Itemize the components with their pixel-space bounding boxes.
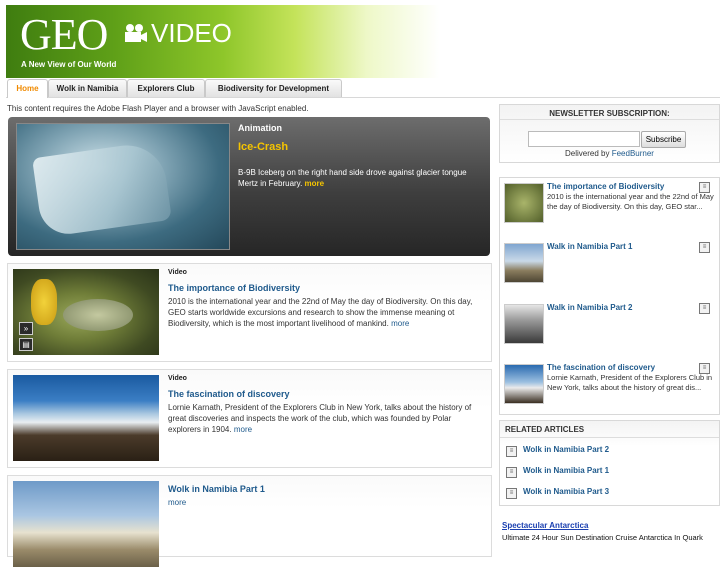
video-description-text: 2010 is the international year and the 2… bbox=[168, 297, 473, 328]
video-wordmark: VIDEO bbox=[151, 18, 232, 48]
tab-wolk-in-namibia[interactable]: Wolk in Namibia bbox=[48, 79, 127, 97]
geo-logo[interactable]: GEO bbox=[20, 13, 108, 57]
video-more-link[interactable]: more bbox=[234, 425, 252, 434]
tab-explorers-club[interactable]: Explorers Club bbox=[127, 79, 205, 97]
related-articles: RELATED ARTICLES ≡ Wolk in Namibia Part … bbox=[499, 420, 720, 506]
sidebar-video-item[interactable]: The fascination of discovery Lornie Karn… bbox=[504, 363, 714, 407]
ad-text: Ultimate 24 Hour Sun Destination Cruise … bbox=[502, 533, 703, 542]
main-nav: Home Wolk in Namibia Explorers Club Biod… bbox=[6, 78, 720, 98]
feedburner-link[interactable]: FeedBurner bbox=[612, 149, 654, 158]
featured-thumbnail[interactable] bbox=[16, 123, 230, 250]
sidebar-video-item[interactable]: The importance of Biodiversity 2010 is t… bbox=[504, 182, 714, 226]
video-item: » ▤ Video The importance of Biodiversity … bbox=[7, 263, 492, 362]
featured-title[interactable]: Ice-Crash bbox=[238, 141, 288, 153]
delivered-by-text: Delivered by bbox=[565, 149, 610, 158]
subscribe-button[interactable]: Subscribe bbox=[641, 131, 686, 148]
video-description: Lornie Karnath, President of the Explore… bbox=[168, 402, 480, 435]
flash-notice: This content requires the Adobe Flash Pl… bbox=[7, 104, 309, 113]
related-item-title[interactable]: Wolk in Namibia Part 3 bbox=[523, 487, 609, 496]
share-icon[interactable]: » bbox=[19, 322, 33, 335]
video-description: more bbox=[168, 497, 480, 508]
video-category: Video bbox=[168, 375, 187, 382]
tab-biodiversity-for-development[interactable]: Biodiversity for Development bbox=[205, 79, 342, 97]
sidebar-video-title[interactable]: The importance of Biodiversity bbox=[547, 182, 664, 191]
video-category: Video bbox=[168, 269, 187, 276]
sidebar-video-thumbnail[interactable] bbox=[504, 183, 544, 223]
newsletter-heading: NEWSLETTER SUBSCRIPTION: bbox=[549, 109, 670, 118]
featured-category: Animation bbox=[238, 123, 282, 133]
video-more-link[interactable]: more bbox=[168, 498, 186, 507]
video-item: Video The fascination of discovery Lorni… bbox=[7, 369, 492, 468]
article-icon: ≡ bbox=[506, 488, 517, 499]
ad-block: Spectacular Antarctica Ultimate 24 Hour … bbox=[502, 521, 722, 542]
related-heading: RELATED ARTICLES bbox=[505, 425, 585, 434]
sidebar-video-description: 2010 is the international year and the 2… bbox=[547, 192, 714, 211]
sidebar-video-description: Lornie Karnath, President of the Explore… bbox=[547, 373, 713, 392]
video-title[interactable]: Wolk in Namibia Part 1 bbox=[168, 484, 265, 494]
related-item-title[interactable]: Wolk in Namibia Part 2 bbox=[523, 445, 609, 454]
sidebar-video-thumbnail[interactable] bbox=[504, 364, 544, 404]
sidebar-video-thumbnail[interactable] bbox=[504, 304, 544, 344]
delivered-by: Delivered by FeedBurner bbox=[500, 149, 719, 158]
featured-description: B-9B Iceberg on the right hand side drov… bbox=[238, 167, 478, 189]
sidebar-video-thumbnail[interactable] bbox=[504, 243, 544, 283]
featured-more-link[interactable]: more bbox=[305, 179, 325, 188]
sidebar-video-item[interactable]: Walk in Namibia Part 2 ≡ bbox=[504, 303, 714, 347]
tagline: A New View of Our World bbox=[21, 60, 117, 69]
sidebar-video-title[interactable]: The fascination of discovery bbox=[547, 363, 655, 372]
video-more-link[interactable]: more bbox=[391, 319, 409, 328]
featured-player: Animation Ice-Crash B-9B Iceberg on the … bbox=[8, 117, 490, 256]
video-title[interactable]: The importance of Biodiversity bbox=[168, 283, 300, 293]
ad-title-link[interactable]: Spectacular Antarctica bbox=[502, 521, 722, 530]
newsletter-email-input[interactable] bbox=[528, 131, 640, 147]
sidebar-video-item[interactable]: Walk in Namibia Part 1 ≡ bbox=[504, 242, 714, 286]
newsletter-box: NEWSLETTER SUBSCRIPTION: Subscribe Deliv… bbox=[499, 104, 720, 163]
header-banner: GEO VIDEO A New View of Our World bbox=[6, 5, 608, 78]
tab-home[interactable]: Home bbox=[7, 79, 48, 98]
video-camera-icon bbox=[125, 24, 147, 42]
article-icon: ≡ bbox=[506, 446, 517, 457]
article-icon[interactable]: ≡ bbox=[699, 363, 710, 374]
featured-description-text: B-9B Iceberg on the right hand side drov… bbox=[238, 168, 467, 188]
video-thumbnail[interactable] bbox=[13, 481, 159, 567]
article-icon[interactable]: ≡ bbox=[699, 303, 710, 314]
article-icon[interactable]: ≡ bbox=[699, 182, 710, 193]
sidebar-video-title[interactable]: Walk in Namibia Part 2 bbox=[547, 303, 633, 312]
sidebar-video-title[interactable]: Walk in Namibia Part 1 bbox=[547, 242, 633, 251]
video-thumbnail[interactable] bbox=[13, 375, 159, 461]
video-title[interactable]: The fascination of discovery bbox=[168, 389, 290, 399]
video-description-text: Lornie Karnath, President of the Explore… bbox=[168, 403, 472, 434]
grid-icon[interactable]: ▤ bbox=[19, 338, 33, 351]
video-description: 2010 is the international year and the 2… bbox=[168, 296, 480, 329]
article-icon: ≡ bbox=[506, 467, 517, 478]
article-icon[interactable]: ≡ bbox=[699, 242, 710, 253]
related-item-title[interactable]: Wolk in Namibia Part 1 bbox=[523, 466, 609, 475]
sidebar-video-list: The importance of Biodiversity 2010 is t… bbox=[499, 177, 720, 415]
video-thumbnail[interactable]: » ▤ bbox=[13, 269, 159, 355]
